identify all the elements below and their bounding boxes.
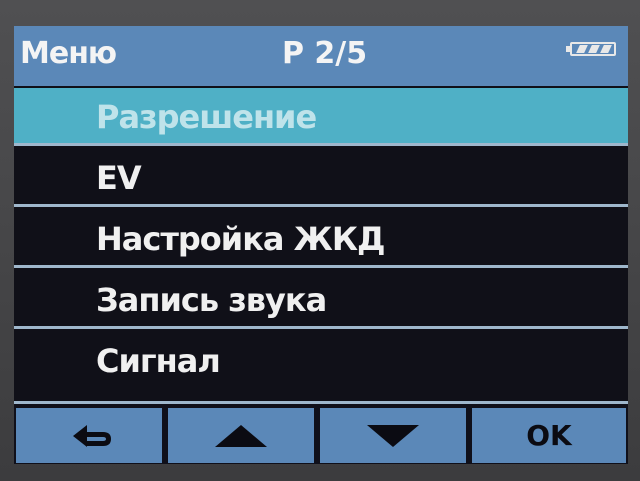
back-button[interactable] (16, 408, 162, 463)
up-button[interactable] (168, 408, 314, 463)
triangle-down-icon (367, 424, 419, 447)
battery-full-icon (566, 42, 616, 56)
menu-item-audio-recording[interactable]: Запись звука (14, 271, 628, 329)
ok-label: OK (526, 419, 572, 452)
menu-item-resolution[interactable]: Разрешение (14, 88, 628, 146)
menu-header: Меню P 2/5 (14, 26, 628, 86)
down-button[interactable] (320, 408, 466, 463)
menu-item-signal[interactable]: Сигнал (14, 332, 628, 390)
menu-title: Меню (20, 36, 117, 71)
menu-item-ev[interactable]: EV (14, 149, 628, 207)
ok-button[interactable]: OK (472, 408, 626, 463)
triangle-up-icon (215, 424, 267, 447)
camera-screen: Меню P 2/5 Разрешение EV Настройка ЖКД З… (14, 26, 628, 464)
menu-item-lcd-settings[interactable]: Настройка ЖКД (14, 210, 628, 268)
page-indicator: P 2/5 (282, 36, 368, 71)
softkey-bar: OK (14, 401, 628, 464)
back-arrow-icon (73, 424, 111, 447)
